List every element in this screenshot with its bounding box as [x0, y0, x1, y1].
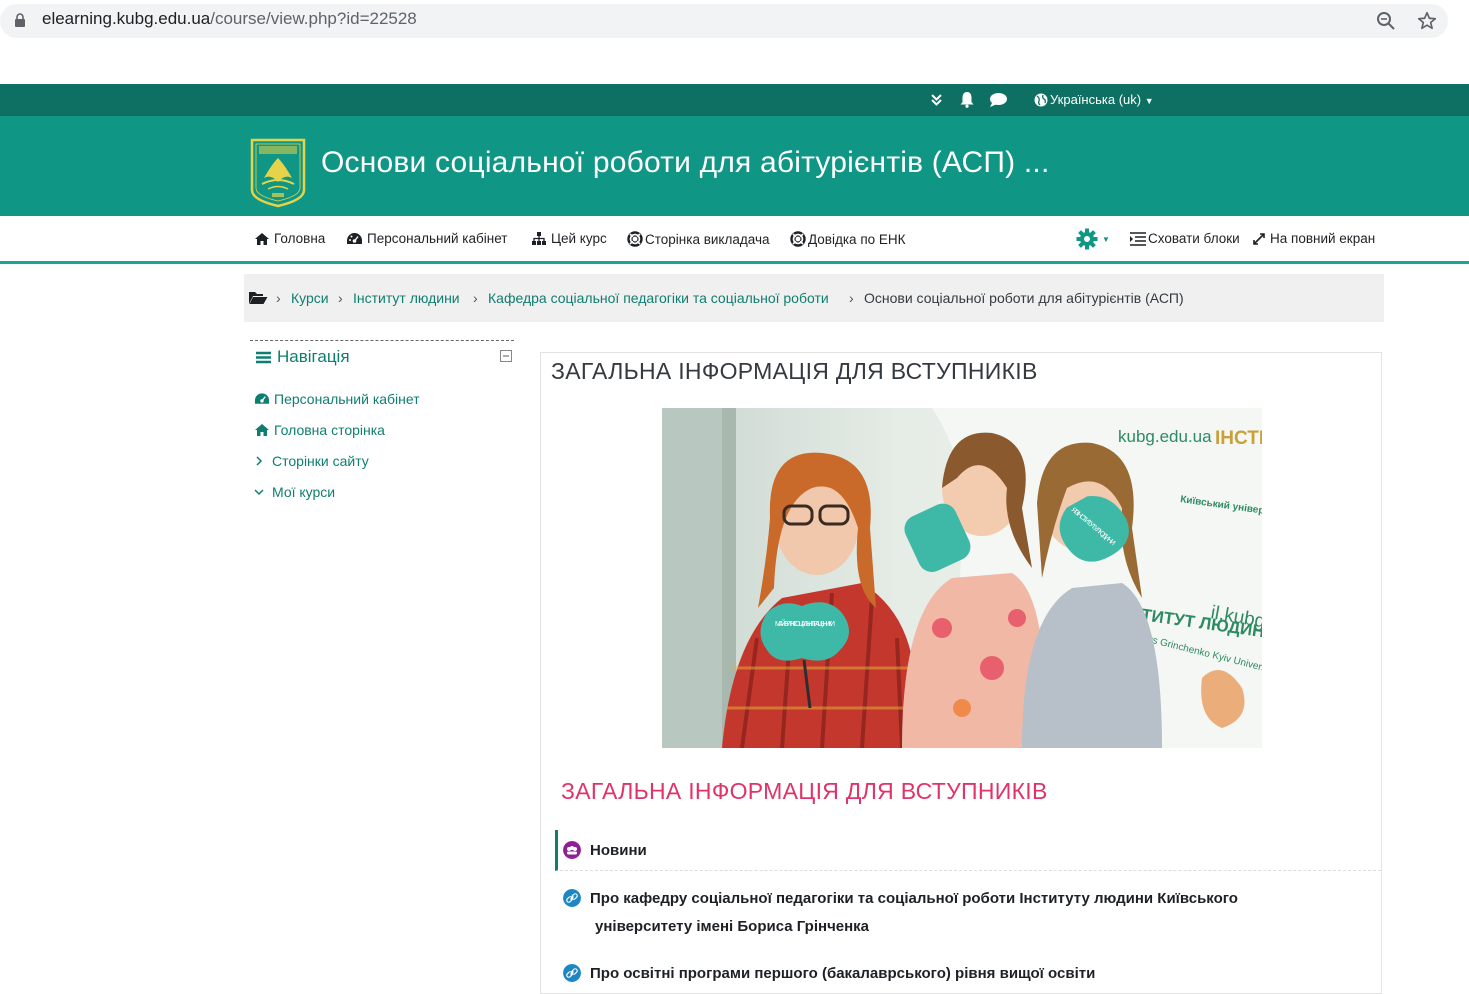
url-link-icon [563, 964, 581, 982]
course-title: Основи соціальної роботи для абітурієнті… [321, 146, 1050, 179]
settings-menu[interactable]: ▼ [1076, 228, 1110, 250]
url-host: elearning.kubg.edu.ua [42, 9, 211, 28]
navigation-block [250, 340, 514, 541]
activity-department-label-line1: Про кафедру соціальної педагогіки та соц… [590, 889, 1238, 907]
dashboard-icon [254, 393, 270, 404]
nav-my-courses-label: Мої курси [272, 484, 336, 500]
url-text[interactable]: elearning.kubg.edu.ua/course/view.php?id… [42, 9, 417, 29]
navigation-header: Навігація [256, 347, 350, 367]
banner-inst-text: ІНСТИТУТ ЛЮДИНИ [1215, 428, 1262, 449]
menu-teacher-page[interactable]: Сторінка викладача [627, 231, 770, 247]
nav-my-courses[interactable]: Мої курси [254, 484, 335, 500]
activity-news-row [555, 830, 1381, 871]
nav-home[interactable]: Головна сторінка [254, 422, 385, 438]
url-path: /course/view.php?id=22528 [210, 9, 417, 28]
chevron-down-icon [254, 489, 264, 496]
navigation-title: Навігація [277, 347, 350, 366]
chevron-right-icon [256, 456, 263, 466]
lifebuoy-icon [790, 231, 806, 247]
lock-icon [15, 13, 25, 27]
breadcrumb-current: Основи соціальної роботи для абітурієнті… [864, 290, 1184, 306]
fullscreen-button[interactable]: На повний екран [1252, 231, 1375, 246]
menu-dashboard[interactable]: Персональний кабінет [346, 231, 507, 246]
menu-home[interactable]: Головна [254, 231, 325, 246]
section-title: ЗАГАЛЬНА ІНФОРМАЦІЯ ДЛЯ ВСТУПНИКІВ [551, 358, 1038, 384]
collapse-icon[interactable] [500, 350, 512, 362]
sign-left-text: МАЙБУТНІ СОЦІАЛЬНІ ПРАЦІВНИКИ [775, 619, 835, 628]
gear-icon [1076, 228, 1098, 250]
nav-site-pages[interactable]: Сторінки сайту [254, 453, 369, 469]
home-icon [255, 232, 269, 245]
zoom-icon[interactable] [1376, 11, 1396, 31]
breadcrumb-institute[interactable]: Інститут людини [353, 290, 460, 306]
breadcrumb-department[interactable]: Кафедра соціальної педагогіки та соціаль… [488, 290, 829, 306]
caret-down-icon: ▼ [1144, 96, 1154, 106]
activity-news-label: Новини [590, 841, 647, 859]
breadcrumb-courses[interactable]: Курси [291, 290, 329, 306]
menu-this-course-label: Цей курс [551, 231, 607, 246]
menu-teacher-page-label: Сторінка викладача [645, 231, 770, 247]
nav-dashboard[interactable]: Персональний кабінет [254, 391, 420, 407]
language-menu[interactable]: Українська (uk) ▼ [1034, 92, 1154, 107]
section-photo: kubg.edu.ua ІНСТИТУТ ЛЮДИНИ Київський ун… [662, 408, 1262, 748]
nav-home-label: Головна сторінка [274, 422, 385, 438]
section-subtitle: ЗАГАЛЬНА ІНФОРМАЦІЯ ДЛЯ ВСТУПНИКІВ [561, 778, 1048, 804]
activity-department-label-line2[interactable]: університету імені Бориса Грінченка [595, 918, 869, 935]
menu-this-course[interactable]: Цей курс [531, 231, 607, 246]
list-indent-icon [1130, 231, 1146, 246]
hide-blocks-button[interactable]: Сховати блоки [1129, 231, 1240, 246]
activity-programs-link[interactable]: Про освітні програми першого (бакалаврсь… [563, 964, 1095, 982]
home-icon [255, 424, 269, 436]
breadcrumb-separator: › [849, 290, 854, 306]
fullscreen-label: На повний екран [1270, 231, 1376, 246]
nav-site-pages-label: Сторінки сайту [272, 453, 369, 469]
lifebuoy-icon [627, 231, 643, 247]
menu-home-label: Головна [274, 231, 326, 246]
breadcrumb-separator: › [338, 290, 343, 306]
language-label: Українська (uk) [1050, 92, 1142, 107]
bell-icon[interactable] [959, 91, 975, 108]
banner-site-text: kubg.edu.ua [1118, 427, 1212, 446]
folder-open-icon[interactable] [248, 290, 268, 305]
expand-icon [1253, 232, 1265, 245]
university-logo [250, 138, 306, 208]
bars-icon [256, 351, 271, 363]
activity-news[interactable]: Новини [563, 841, 647, 859]
double-chevron-down-icon[interactable] [930, 93, 943, 107]
bookmark-star-icon[interactable] [1416, 10, 1438, 32]
menu-help[interactable]: Довідка по ЕНК [790, 231, 906, 247]
breadcrumb-separator: › [276, 290, 281, 306]
caret-down-icon: ▼ [1102, 234, 1110, 244]
chat-icon[interactable] [989, 92, 1008, 108]
photo-illustration: kubg.edu.ua ІНСТИТУТ ЛЮДИНИ Київський ун… [662, 408, 1262, 748]
sitemap-icon [532, 232, 546, 245]
top-navbar [0, 84, 1469, 116]
activity-programs-label: Про освітні програми першого (бакалаврсь… [590, 964, 1096, 982]
menu-help-label: Довідка по ЕНК [808, 231, 906, 247]
breadcrumb-separator: › [473, 290, 478, 306]
hide-blocks-label: Сховати блоки [1148, 231, 1240, 246]
nav-dashboard-label: Персональний кабінет [274, 391, 420, 407]
activity-department-link[interactable]: Про кафедру соціальної педагогіки та соц… [563, 889, 1238, 907]
forum-icon [563, 841, 581, 859]
menu-dashboard-label: Персональний кабінет [367, 231, 508, 246]
dashboard-icon [347, 232, 362, 244]
url-link-icon [563, 889, 581, 907]
